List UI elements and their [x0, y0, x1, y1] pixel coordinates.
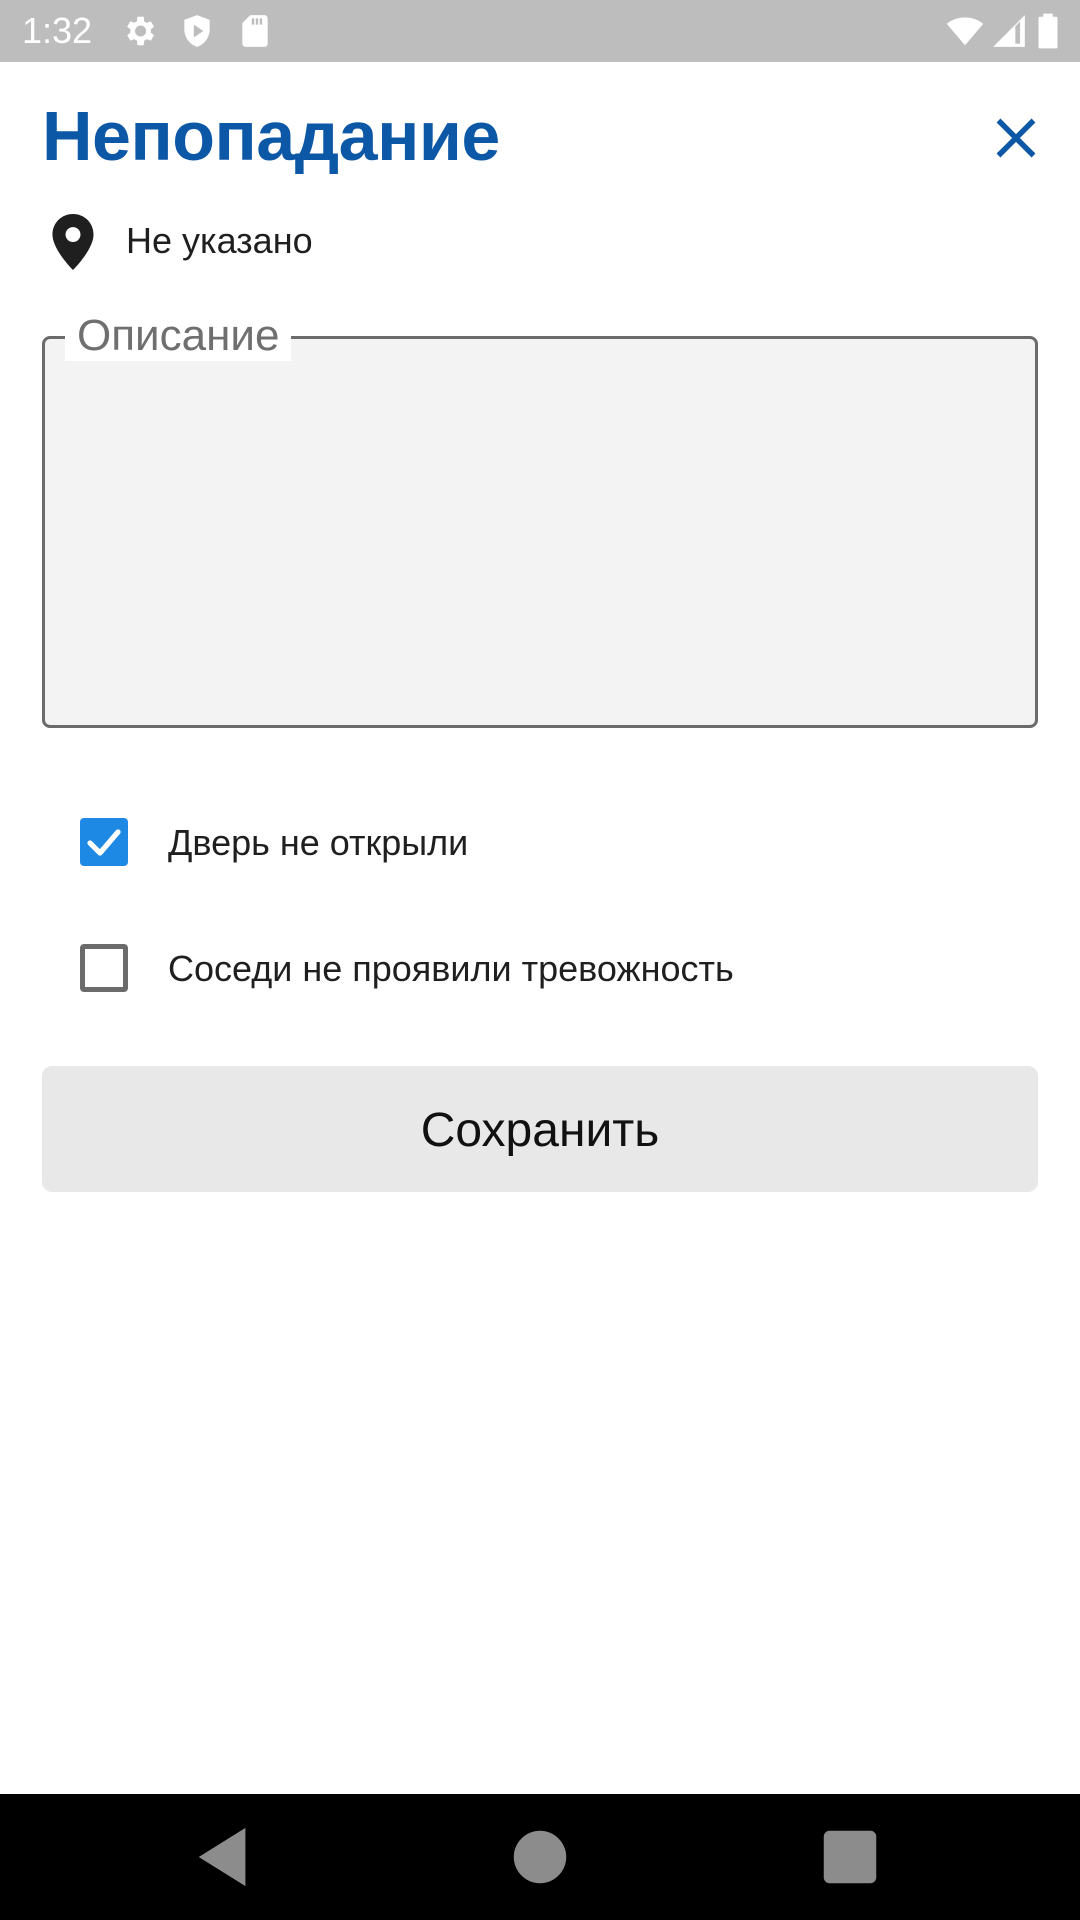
description-field[interactable]: Описание — [42, 311, 1038, 728]
close-icon[interactable] — [986, 108, 1046, 168]
gear-icon — [127, 16, 155, 46]
checkbox-neighbors-not-alarmed[interactable]: Соседи не проявили тревожность — [80, 936, 1040, 1006]
page-title: Непопадание — [42, 97, 500, 175]
navigation-bar — [0, 1794, 1080, 1920]
home-icon[interactable] — [505, 1822, 575, 1892]
cell-signal-icon — [993, 15, 1025, 47]
status-bar: 1:32 — [0, 0, 1080, 62]
save-button-label: Сохранить — [420, 1104, 660, 1157]
location-text: Не указано — [126, 220, 313, 261]
description-input[interactable] — [69, 379, 1013, 703]
sd-card-icon — [242, 15, 268, 47]
checkbox-unchecked[interactable] — [80, 944, 128, 992]
battery-icon — [1038, 13, 1058, 49]
location-row[interactable]: Не указано — [42, 210, 1038, 272]
recents-icon[interactable] — [815, 1822, 885, 1892]
checkbox-door-not-opened[interactable]: Дверь не открыли — [80, 810, 1040, 880]
shield-icon — [184, 15, 210, 47]
checkmark-icon — [87, 829, 121, 856]
checkbox-label: Дверь не открыли — [168, 822, 469, 863]
description-label: Описание — [65, 311, 292, 361]
back-icon[interactable] — [190, 1822, 260, 1892]
status-time: 1:32 — [22, 10, 93, 51]
checkbox-checked[interactable] — [80, 818, 128, 866]
wifi-icon — [946, 17, 984, 46]
screen: 1:32 Непопадание Не указано Описание Две… — [0, 0, 1080, 1920]
save-button[interactable]: Сохранить — [42, 1066, 1038, 1192]
checkbox-label: Соседи не проявили тревожность — [168, 948, 734, 989]
location-pin-icon — [52, 214, 94, 270]
